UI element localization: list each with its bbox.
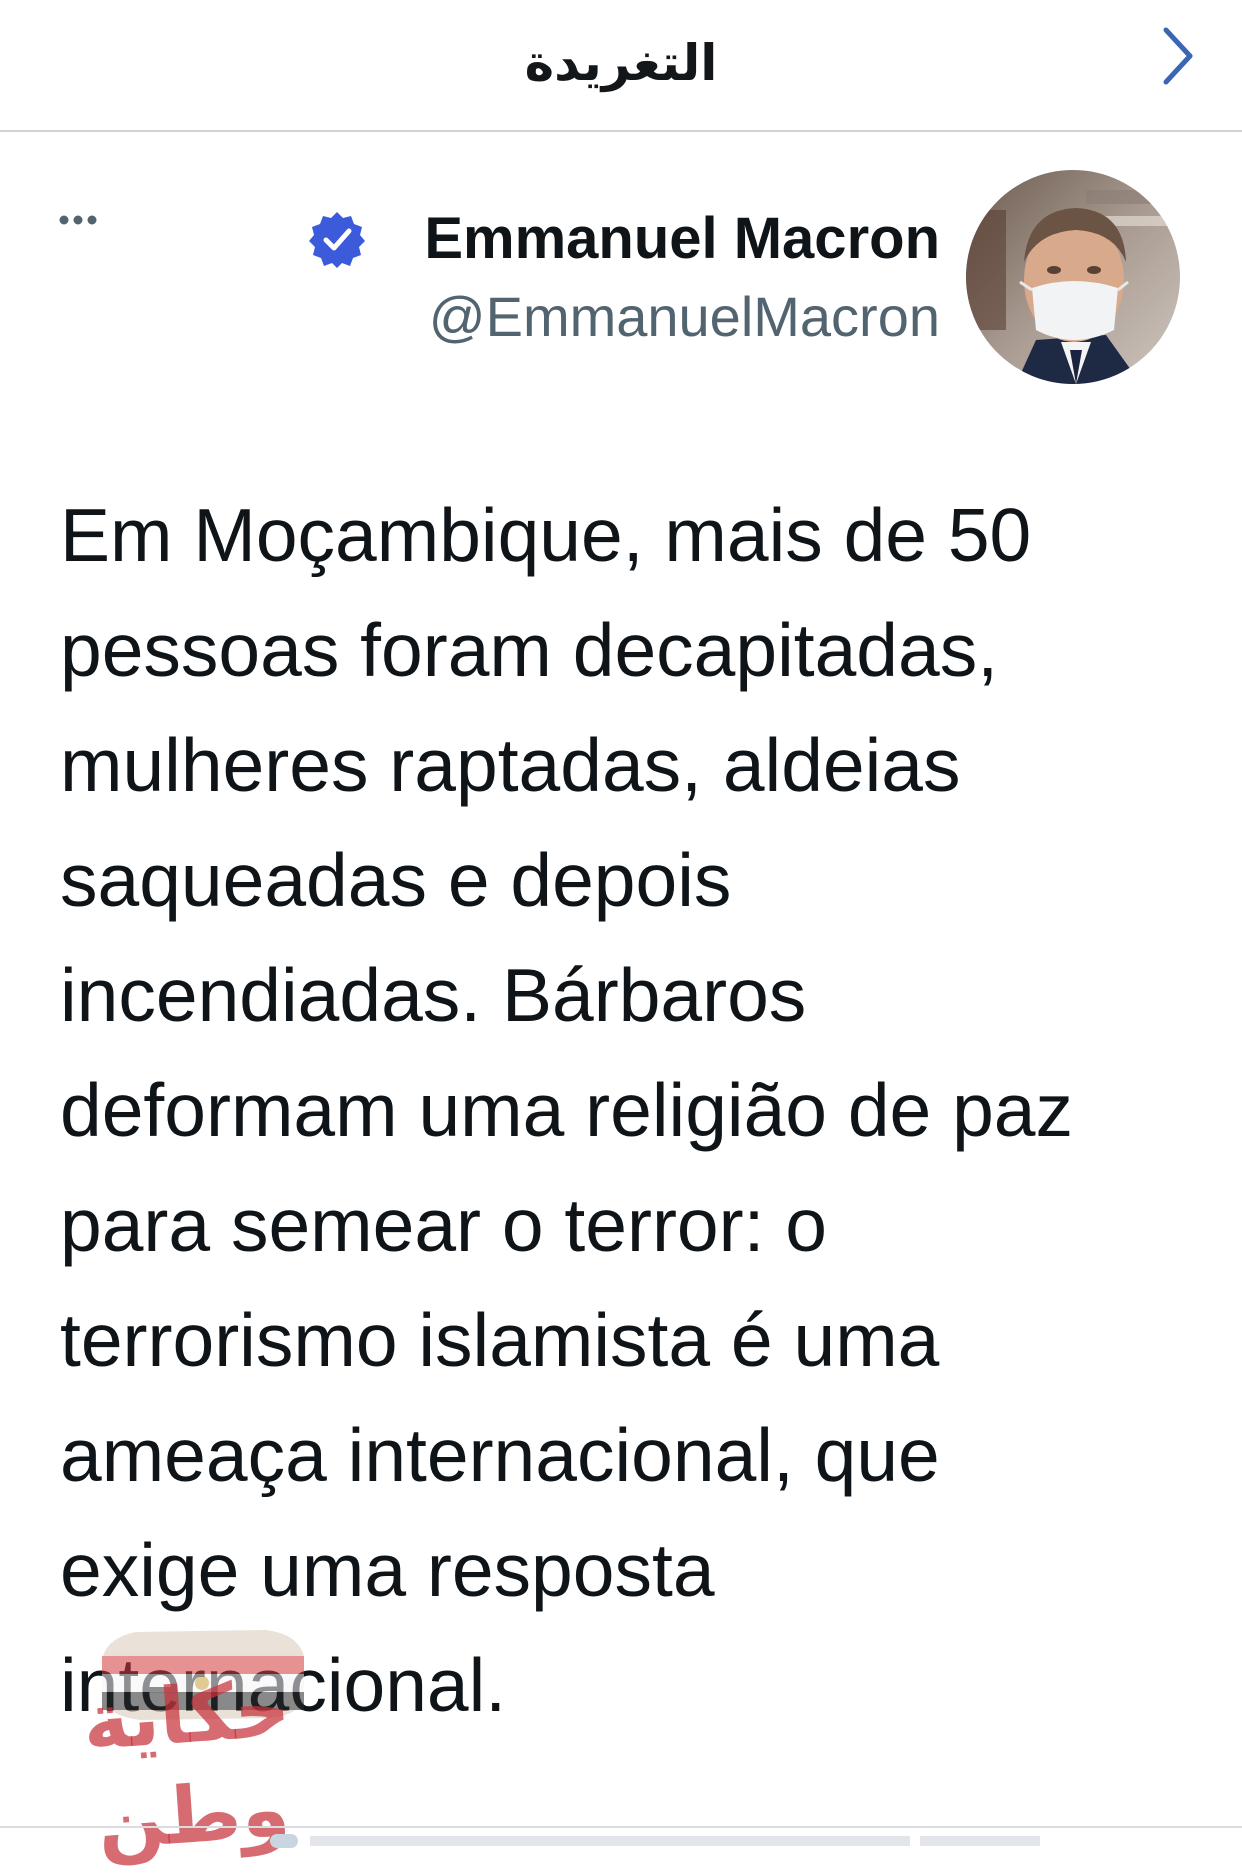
tweet-text: Em Moçambique, mais de 50 pessoas foram … [60, 478, 1190, 1743]
tweet-text-line: incendiadas. Bárbaros [60, 953, 807, 1037]
tweet-text-line: mulheres raptadas, aldeias [60, 723, 961, 807]
tweet-text-line: para semear o terror: o [60, 1183, 827, 1267]
tweet-text-line: deformam uma religião de paz [60, 1068, 1074, 1152]
tweet-text-line: ameaça internacional, que [60, 1413, 940, 1497]
more-horizontal-icon[interactable] [58, 212, 118, 252]
chevron-right-icon[interactable] [1150, 24, 1210, 88]
verified-badge-icon [308, 210, 366, 268]
header-bar: التغريدة [0, 0, 1242, 132]
avatar[interactable] [966, 170, 1180, 384]
cut-off-content [0, 1820, 1242, 1853]
author-name[interactable]: Emmanuel Macron [424, 204, 940, 274]
page-title: التغريدة [524, 34, 718, 92]
tweet-text-line: terrorismo islamista é uma [60, 1298, 940, 1382]
tweet-text-line: pessoas foram decapitadas, [60, 608, 999, 692]
tweet-text-line: Em Moçambique, mais de 50 [60, 493, 1032, 577]
tweet-text-line: saqueadas e depois [60, 838, 732, 922]
author-handle[interactable]: @EmmanuelMacron [429, 282, 940, 352]
